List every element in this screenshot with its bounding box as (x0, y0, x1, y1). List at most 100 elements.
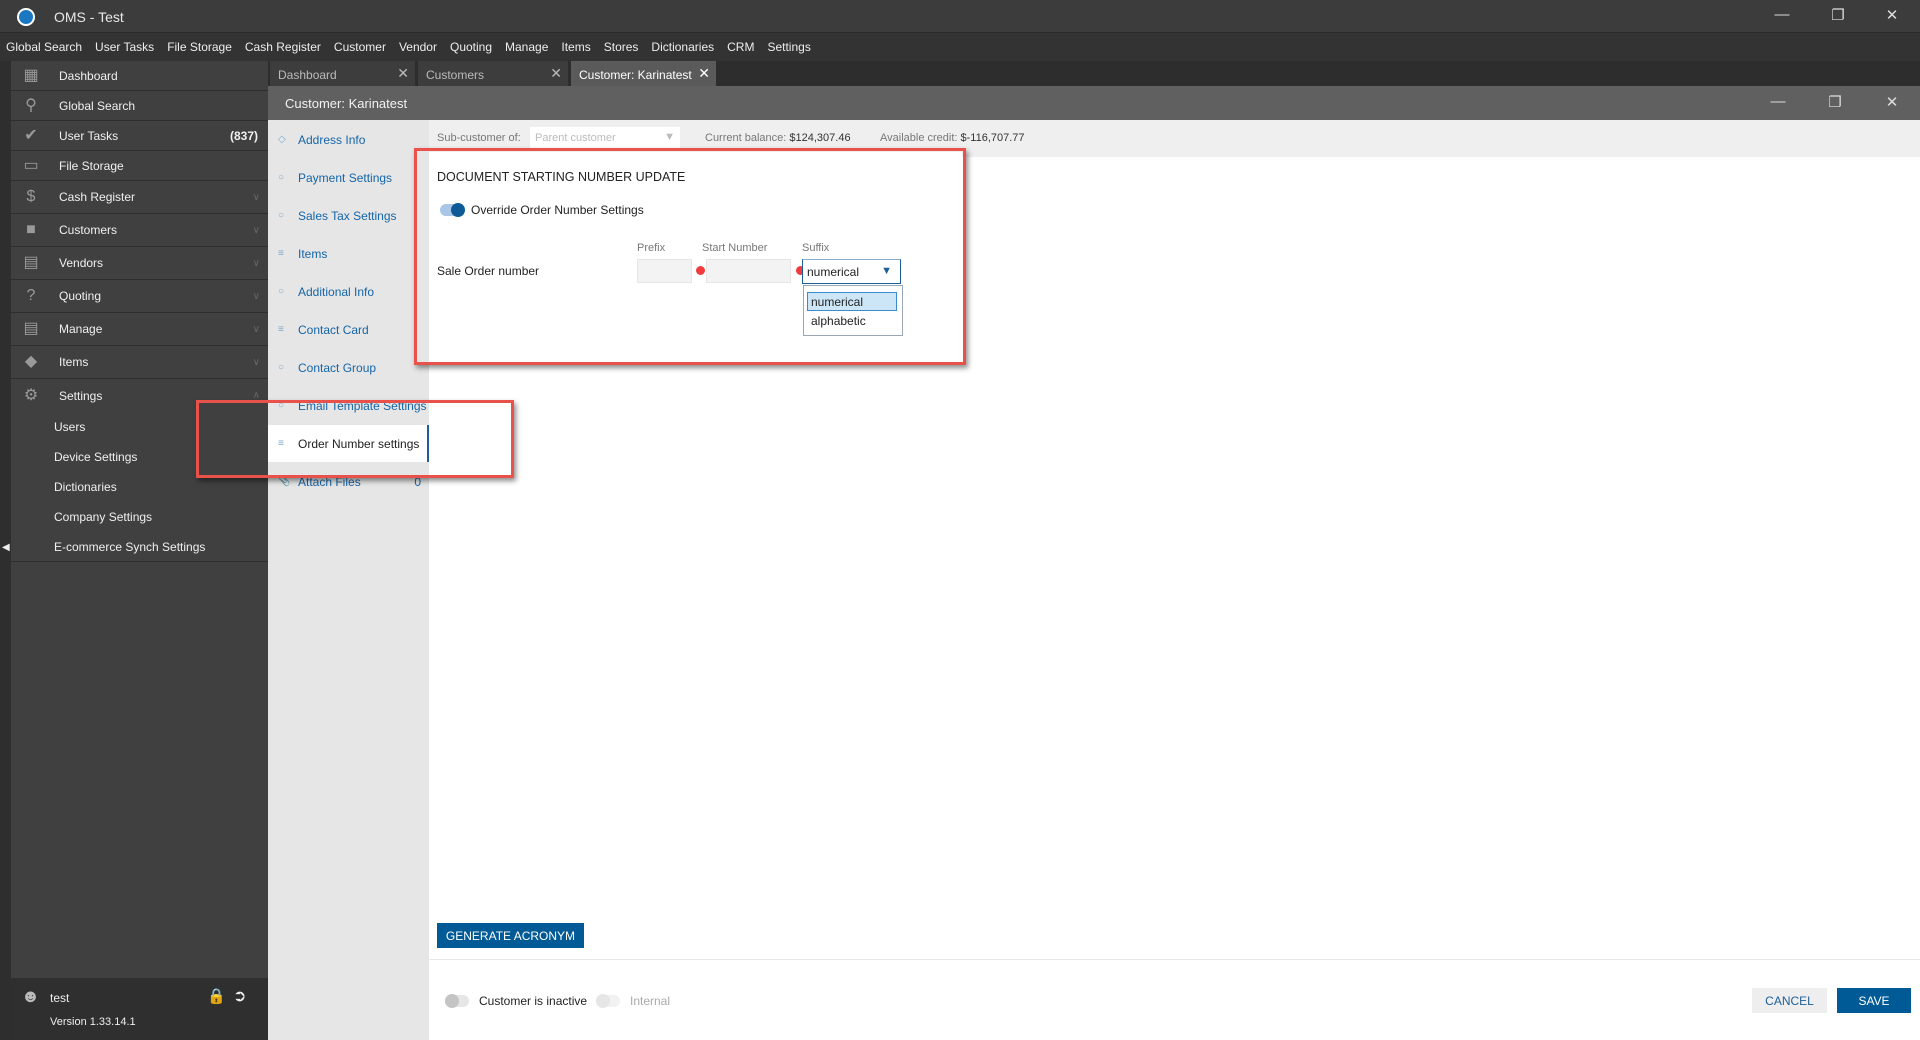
menu-quoting[interactable]: Quoting (450, 40, 492, 54)
chevron-down-icon: ∨ (252, 257, 260, 269)
title-bar: OMS - Test — ❐ ✕ (0, 0, 1920, 33)
parent-customer-select[interactable]: Parent customer ▼ (530, 127, 680, 149)
circle-icon: ○ (278, 172, 285, 183)
sidebar-item-customers[interactable]: ■ Customers ∨ (11, 214, 268, 247)
cancel-button[interactable]: CANCEL (1752, 988, 1827, 1013)
tab-customer-karinatest[interactable]: Customer: Karinatest ✕ (571, 61, 716, 86)
sidebar-sub-device-settings[interactable]: Device Settings (54, 450, 137, 464)
store-icon: ▤ (23, 254, 39, 271)
dashboard-icon: ▦ (23, 66, 39, 84)
check-icon: ✔ (24, 126, 38, 144)
save-button[interactable]: SAVE (1837, 988, 1911, 1013)
nav-additional-info[interactable]: ○ Additional Info (268, 273, 429, 310)
restore-icon[interactable]: ❐ (1826, 6, 1850, 24)
close-tab-icon[interactable]: ✕ (397, 65, 409, 82)
user-icon: ☻ (21, 986, 40, 1006)
tab-dashboard[interactable]: Dashboard ✕ (270, 61, 415, 86)
sidebar-item-cash-register[interactable]: $ Cash Register ∨ (11, 181, 268, 214)
menu-stores[interactable]: Stores (604, 40, 639, 54)
available-credit: Available credit: $-116,707.77 (880, 132, 1025, 144)
inactive-toggle[interactable] (445, 994, 469, 1008)
menu-bar: Global Search User Tasks File Storage Ca… (0, 33, 1920, 61)
collapse-arrow-icon[interactable]: ◀ (2, 542, 10, 553)
logout-icon[interactable]: ➲ (233, 986, 246, 1006)
sidebar-item-file-storage[interactable]: ▭ File Storage (11, 151, 268, 181)
lock-icon[interactable]: 🔒 (207, 987, 226, 1005)
quote-icon: ? (26, 287, 36, 304)
nav-contact-card[interactable]: ≡ Contact Card (268, 311, 429, 348)
sidebar-item-global-search[interactable]: ⚲ Global Search (11, 91, 268, 121)
chevron-down-icon: ▼ (664, 131, 675, 143)
username: test (50, 991, 70, 1005)
tab-bar: Dashboard ✕ Customers ✕ Customer: Karinate… (268, 61, 1920, 86)
sub-customer-label: Sub-customer of: (437, 132, 521, 144)
nav-address-info[interactable]: ◇ Address Info (268, 121, 429, 158)
internal-toggle[interactable] (596, 994, 620, 1008)
window-header: Customer: Karinatest — ❐ ✕ (268, 86, 1920, 120)
window-title: Customer: Karinatest (285, 96, 408, 111)
menu-vendor[interactable]: Vendor (399, 40, 437, 54)
sidebar-item-dashboard[interactable]: ▦ Dashboard (11, 61, 268, 91)
tag-icon: ◆ (24, 353, 38, 370)
chevron-down-icon: ∨ (252, 356, 260, 368)
nav-contact-group[interactable]: ○ Contact Group (268, 349, 429, 386)
menu-cash-register[interactable]: Cash Register (245, 40, 321, 54)
app-logo-icon (17, 8, 35, 26)
internal-label: Internal (630, 994, 671, 1008)
menu-dictionaries[interactable]: Dictionaries (651, 40, 714, 54)
gear-icon: ⚙ (23, 386, 39, 404)
current-balance: Current balance: $124,307.46 (705, 132, 851, 144)
clipboard-icon: ▤ (23, 320, 39, 337)
circle-icon: ○ (278, 362, 285, 373)
close-icon[interactable]: ✕ (1880, 6, 1904, 24)
sidebar-item-quoting[interactable]: ? Quoting ∨ (11, 280, 268, 313)
task-count-badge: (837) (229, 128, 258, 143)
close-tab-icon[interactable]: ✕ (698, 65, 710, 82)
divider (429, 959, 1920, 960)
sidebar-item-vendors[interactable]: ▤ Vendors ∨ (11, 247, 268, 280)
menu-file-storage[interactable]: File Storage (167, 40, 232, 54)
restore-icon[interactable]: ❐ (1823, 93, 1847, 111)
menu-crm[interactable]: CRM (727, 40, 754, 54)
menu-user-tasks[interactable]: User Tasks (95, 40, 154, 54)
close-tab-icon[interactable]: ✕ (550, 65, 562, 82)
sidebar-sub-dictionaries[interactable]: Dictionaries (54, 480, 117, 494)
sidebar-sub-users[interactable]: Users (54, 420, 85, 434)
user-area: ☻ test 🔒 ➲ Version 1.33.14.1 (11, 978, 268, 1040)
sidebar-sub-ecommerce-synch[interactable]: E-commerce Synch Settings (54, 540, 205, 554)
circle-icon: ○ (278, 286, 285, 297)
search-icon: ⚲ (25, 96, 37, 114)
nav-sales-tax-settings[interactable]: ○ Sales Tax Settings (268, 197, 429, 234)
minimize-icon[interactable]: — (1766, 93, 1790, 110)
chevron-down-icon: ∨ (252, 191, 260, 203)
sidebar-item-items[interactable]: ◆ Items ∨ (11, 346, 268, 379)
highlight-box-form (414, 148, 966, 365)
folder-icon: ▭ (23, 156, 39, 174)
tab-customers[interactable]: Customers ✕ (418, 61, 568, 86)
contact-icon: ■ (26, 221, 36, 238)
chevron-down-icon: ∨ (252, 224, 260, 236)
divider (11, 561, 268, 562)
minimize-icon[interactable]: — (1770, 6, 1794, 23)
menu-settings[interactable]: Settings (767, 40, 810, 54)
close-icon[interactable]: ✕ (1880, 93, 1904, 111)
nav-payment-settings[interactable]: ○ Payment Settings (268, 159, 429, 196)
sidebar-item-user-tasks[interactable]: ✔ User Tasks (837) (11, 121, 268, 151)
menu-global-search[interactable]: Global Search (6, 40, 82, 54)
sidebar-item-manage[interactable]: ▤ Manage ∨ (11, 313, 268, 346)
inactive-label: Customer is inactive (479, 994, 588, 1008)
chevron-down-icon: ∨ (252, 323, 260, 335)
generate-acronym-button[interactable]: GENERATE ACRONYM (437, 923, 584, 948)
menu-customer[interactable]: Customer (334, 40, 386, 54)
lines-icon: ≡ (278, 248, 284, 259)
highlight-box-nav (196, 400, 514, 478)
sidebar-sub-company-settings[interactable]: Company Settings (54, 510, 152, 524)
dollar-icon: $ (26, 188, 36, 205)
app-title: OMS - Test (54, 9, 124, 25)
nav-items[interactable]: ≡ Items (268, 235, 429, 272)
menu-items[interactable]: Items (561, 40, 590, 54)
chevron-down-icon: ∨ (252, 290, 260, 302)
circle-icon: ○ (278, 210, 285, 221)
menu-manage[interactable]: Manage (505, 40, 548, 54)
sidebar-collapse-strip[interactable]: ◀ (0, 61, 11, 1040)
